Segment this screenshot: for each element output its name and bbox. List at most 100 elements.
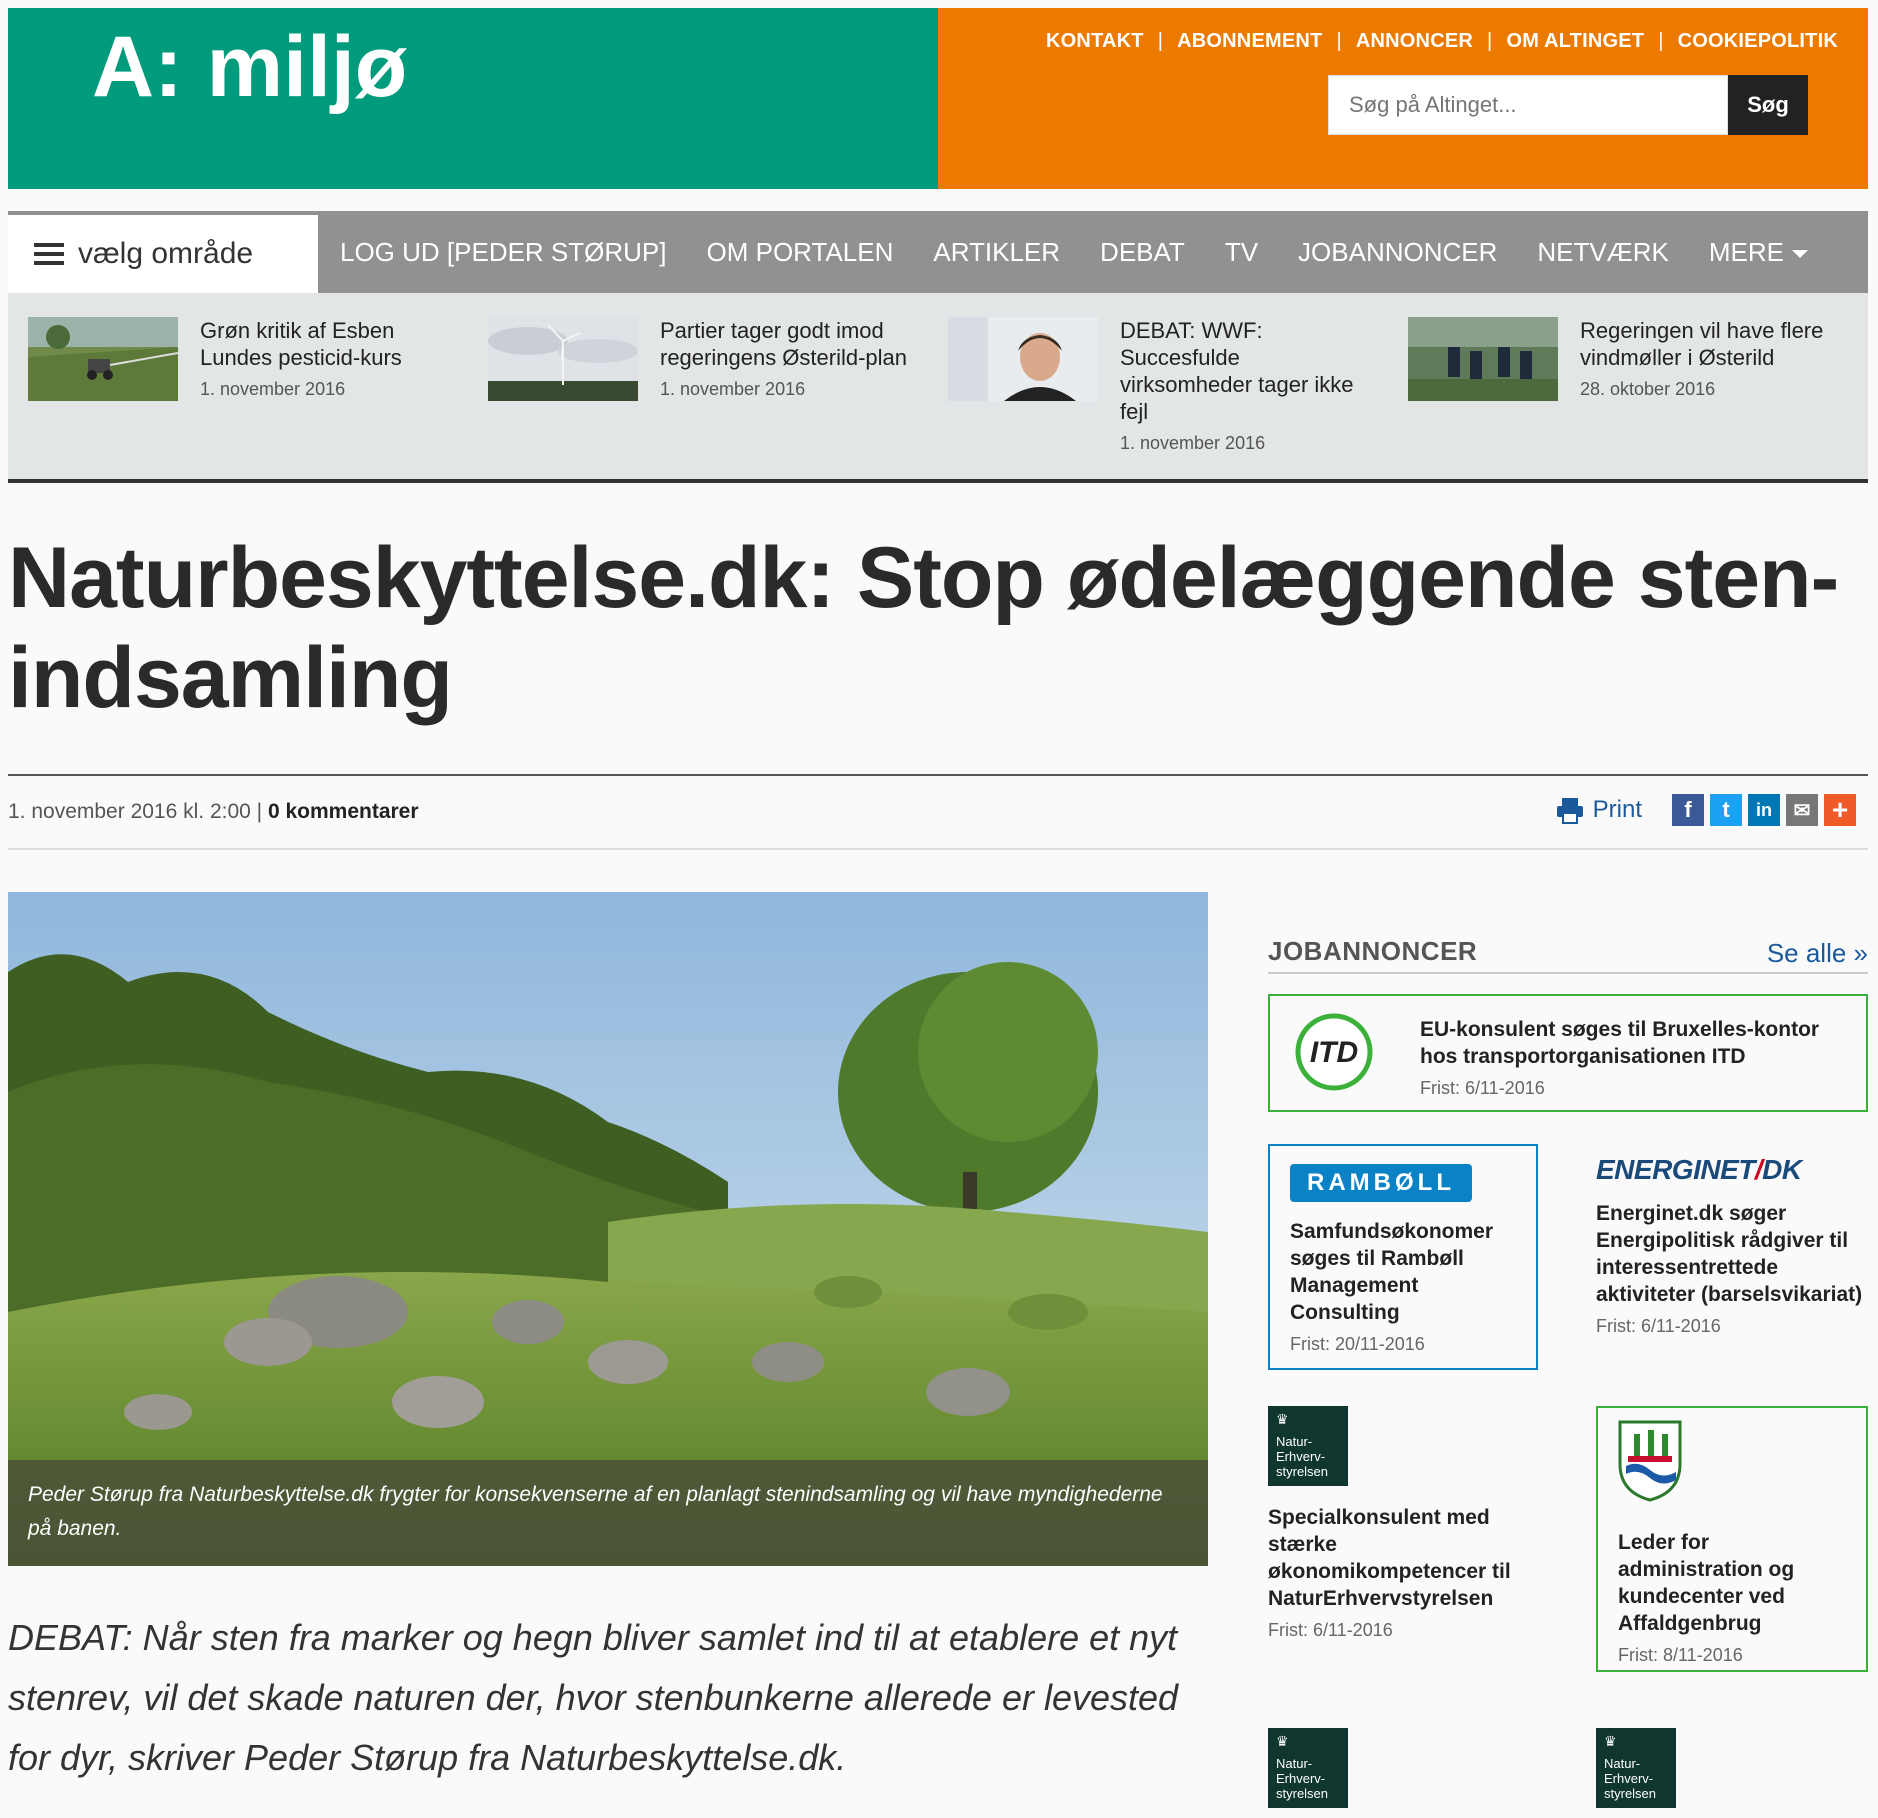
nav-item-mere-label: MERE bbox=[1708, 236, 1784, 267]
teaser-thumbnail-windmill bbox=[488, 317, 638, 401]
twitter-icon[interactable]: t bbox=[1710, 794, 1742, 826]
nav-item-logout[interactable]: LOG UD [PEDER STØRUP] bbox=[340, 237, 667, 268]
job-deadline: Frist: 20/11-2016 bbox=[1290, 1334, 1425, 1354]
job-card-ramboll[interactable]: RAMBØLL Samfundsøkonomer søges til Rambø… bbox=[1268, 1144, 1538, 1370]
crown-icon: ♛ bbox=[1604, 1733, 1617, 1749]
naturerhverv-logo: ♛ Natur-Erhverv-styrelsen bbox=[1268, 1406, 1348, 1486]
jobs-header: JOBANNONCER Se alle » bbox=[1268, 930, 1868, 974]
separator: | bbox=[1658, 30, 1664, 52]
job-title[interactable]: Specialkonsulent med stærke økonomikompe… bbox=[1268, 1504, 1538, 1612]
nav-items: LOG UD [PEDER STØRUP] OM PORTALEN ARTIKL… bbox=[318, 237, 1826, 268]
teaser-item[interactable]: DEBAT: WWF: Succesfulde virksomheder tag… bbox=[948, 317, 1408, 479]
toplink-om-altinget[interactable]: OM ALTINGET bbox=[1506, 30, 1644, 53]
search-input[interactable] bbox=[1328, 75, 1728, 135]
teaser-date: 1. november 2016 bbox=[1120, 433, 1266, 453]
nav-item-om-portalen[interactable]: OM PORTALEN bbox=[707, 237, 894, 268]
naturerhverv-logo: ♛ Natur-Erhverv-styrelsen bbox=[1268, 1728, 1348, 1808]
naturerhverv-logo-text: Natur-Erhverv-styrelsen bbox=[1276, 1434, 1329, 1479]
article-lead: DEBAT: Når sten fra marker og hegn blive… bbox=[8, 1617, 1179, 1778]
nav-item-debat[interactable]: DEBAT bbox=[1100, 237, 1185, 268]
choose-area-button[interactable]: vælg område bbox=[8, 215, 318, 293]
energinet-logo-text: ENERGINET bbox=[1596, 1154, 1755, 1185]
energinet-logo: ENERGINET/DK bbox=[1596, 1154, 1868, 1186]
article-headline: Naturbeskyttelse.dk: Stop ødelæggende st… bbox=[8, 530, 1839, 726]
teaser-thumbnail-portrait bbox=[948, 317, 1098, 401]
teaser-item[interactable]: Grøn kritik af Esben Lundes pesticid-kur… bbox=[28, 317, 488, 479]
printer-icon bbox=[1556, 798, 1583, 824]
affaldgenbrug-crest-icon bbox=[1618, 1420, 1682, 1502]
job-card-naturerhverv[interactable]: ♛ Natur-Erhverv-styrelsen Specialkonsule… bbox=[1268, 1406, 1538, 1641]
teaser-date: 1. november 2016 bbox=[660, 379, 806, 399]
comments-link[interactable]: 0 kommentarer bbox=[268, 800, 419, 823]
nav-item-jobannoncer[interactable]: JOBANNONCER bbox=[1298, 237, 1497, 268]
top-bar: KONTAKT | ABONNEMENT | ANNONCER | OM ALTING… bbox=[938, 8, 1868, 189]
print-button[interactable]: Print bbox=[1555, 796, 1642, 824]
teaser-thumbnail-police bbox=[1408, 317, 1558, 401]
nav-item-mere[interactable]: MERE bbox=[1709, 237, 1808, 268]
job-card-energinet[interactable]: ENERGINET/DK Energinet.dk søger Energipo… bbox=[1596, 1144, 1868, 1337]
nav-item-tv[interactable]: TV bbox=[1225, 237, 1258, 268]
teaser-item[interactable]: Partier tager godt imod regeringens Øste… bbox=[488, 317, 948, 479]
chevron-down-icon bbox=[1792, 249, 1808, 258]
job-card-naturerhverv-3[interactable]: ♛ Natur-Erhverv-styrelsen bbox=[1596, 1728, 1676, 1818]
job-deadline: Frist: 8/11-2016 bbox=[1618, 1645, 1743, 1665]
site-header: A: miljø KONTAKT | ABONNEMENT | ANNONCER | … bbox=[8, 8, 1868, 189]
jobs-title: JOBANNONCER bbox=[1268, 936, 1478, 966]
nav-item-artikler[interactable]: ARTIKLER bbox=[933, 237, 1060, 268]
toplink-annoncer[interactable]: ANNONCER bbox=[1356, 30, 1473, 53]
teaser-thumbnail-tractor bbox=[28, 317, 178, 401]
article-hero-image: Peder Størup fra Naturbeskyttelse.dk fry… bbox=[8, 892, 1208, 1566]
itd-logo: ITD bbox=[1295, 1013, 1373, 1091]
job-card-affaldgenbrug[interactable]: Leder for administration og kundecenter … bbox=[1596, 1406, 1868, 1672]
main-nav: vælg område LOG UD [PEDER STØRUP] OM POR… bbox=[8, 211, 1868, 293]
print-label: Print bbox=[1592, 796, 1642, 823]
toplink-cookiepolitik[interactable]: COOKIEPOLITIK bbox=[1678, 30, 1838, 53]
job-deadline: Frist: 6/11-2016 bbox=[1420, 1078, 1545, 1098]
ramboll-logo: RAMBØLL bbox=[1290, 1164, 1472, 1202]
teaser-title[interactable]: Regeringen vil have flere vindmøller i Ø… bbox=[1580, 317, 1830, 371]
job-title[interactable]: Samfundsøkonomer søges til Rambøll Manag… bbox=[1290, 1218, 1518, 1326]
energinet-logo-suffix: DK bbox=[1762, 1154, 1802, 1185]
svg-text:A: miljø: A: miljø bbox=[92, 24, 408, 115]
separator: | bbox=[1336, 30, 1342, 52]
svg-text:ITD: ITD bbox=[1310, 1036, 1358, 1069]
email-icon[interactable]: ✉ bbox=[1786, 794, 1818, 826]
facebook-icon[interactable]: f bbox=[1672, 794, 1704, 826]
linkedin-icon[interactable]: in bbox=[1748, 794, 1780, 826]
teaser-text: Regeringen vil have flere vindmøller i Ø… bbox=[1580, 317, 1830, 479]
naturerhverv-logo-text: Natur-Erhverv-styrelsen bbox=[1276, 1756, 1329, 1801]
teaser-strip: Grøn kritik af Esben Lundes pesticid-kur… bbox=[8, 293, 1868, 483]
job-deadline: Frist: 6/11-2016 bbox=[1596, 1316, 1721, 1336]
naturerhverv-logo: ♛ Natur-Erhverv-styrelsen bbox=[1596, 1728, 1676, 1808]
toplink-abonnement[interactable]: ABONNEMENT bbox=[1177, 30, 1322, 53]
job-deadline: Frist: 6/11-2016 bbox=[1268, 1620, 1393, 1640]
separator: | bbox=[1487, 30, 1493, 52]
top-links: KONTAKT | ABONNEMENT | ANNONCER | OM ALTING… bbox=[1046, 30, 1838, 53]
toplink-kontakt[interactable]: KONTAKT bbox=[1046, 30, 1144, 53]
nav-item-netvaerk[interactable]: NETVÆRK bbox=[1537, 237, 1668, 268]
teaser-date: 1. november 2016 bbox=[200, 379, 346, 399]
crown-icon: ♛ bbox=[1276, 1411, 1289, 1427]
teaser-title[interactable]: DEBAT: WWF: Succesfulde virksomheder tag… bbox=[1120, 317, 1370, 425]
teaser-title[interactable]: Grøn kritik af Esben Lundes pesticid-kur… bbox=[200, 317, 450, 371]
job-card-naturerhverv-2[interactable]: ♛ Natur-Erhverv-styrelsen bbox=[1268, 1728, 1348, 1818]
job-title[interactable]: EU-konsulent søges til Bruxelles-kontor … bbox=[1420, 1016, 1846, 1070]
site-logo[interactable]: A: miljø bbox=[92, 24, 552, 144]
teaser-text: Grøn kritik af Esben Lundes pesticid-kur… bbox=[200, 317, 450, 479]
see-all-jobs-link[interactable]: Se alle » bbox=[1767, 938, 1868, 969]
divider bbox=[8, 848, 1868, 850]
job-card-itd[interactable]: ITD EU-konsulent søges til Bruxelles-kon… bbox=[1268, 994, 1868, 1112]
teaser-text: Partier tager godt imod regeringens Øste… bbox=[660, 317, 910, 479]
teaser-item[interactable]: Regeringen vil have flere vindmøller i Ø… bbox=[1408, 317, 1868, 479]
teaser-date: 28. oktober 2016 bbox=[1580, 379, 1716, 399]
teaser-title[interactable]: Partier tager godt imod regeringens Øste… bbox=[660, 317, 910, 371]
more-share-icon[interactable]: + bbox=[1824, 794, 1856, 826]
naturerhverv-logo-text: Natur-Erhverv-styrelsen bbox=[1604, 1756, 1657, 1801]
search-button[interactable]: Søg bbox=[1728, 75, 1808, 135]
search-form: Søg bbox=[1328, 75, 1808, 135]
brand-area: A: miljø bbox=[8, 8, 938, 189]
article-meta: 1. november 2016 kl. 2:00 | 0 kommentare… bbox=[8, 800, 419, 823]
teaser-text: DEBAT: WWF: Succesfulde virksomheder tag… bbox=[1120, 317, 1370, 479]
job-title[interactable]: Energinet.dk søger Energipolitisk rådgiv… bbox=[1596, 1200, 1868, 1308]
job-title[interactable]: Leder for administration og kundecenter … bbox=[1618, 1529, 1848, 1637]
